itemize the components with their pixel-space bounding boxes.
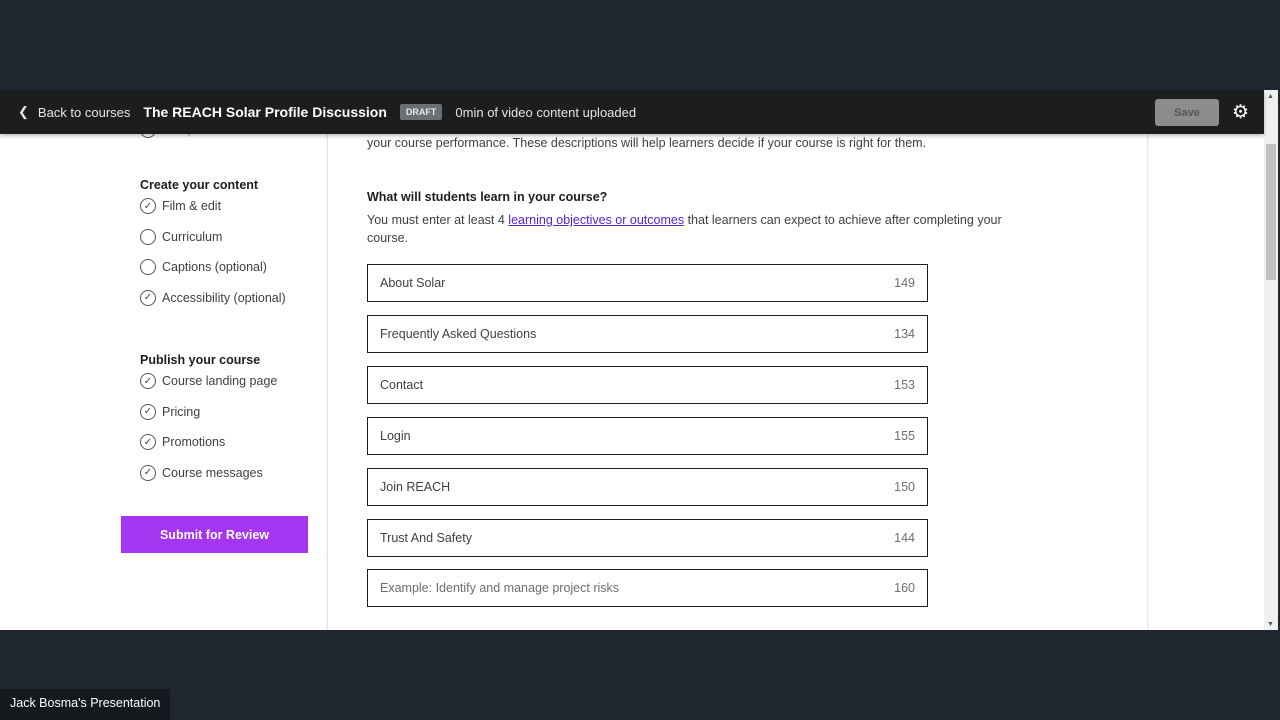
char-count: 150 [894, 479, 915, 494]
objective-input[interactable]: Contact 153 [367, 365, 928, 404]
sidebar-item-label: Course messages [162, 465, 263, 480]
check-circle-icon: ✓ [140, 373, 156, 389]
check-circle-icon: ✓ [140, 434, 156, 450]
objective-input[interactable]: Login 155 [367, 416, 928, 455]
intro-text: your course performance. These descripti… [367, 136, 927, 150]
scroll-up-icon[interactable]: ▲ [1267, 93, 1274, 100]
objective-value: Trust And Safety [380, 530, 472, 545]
back-to-courses-link[interactable]: ❮ Back to courses [18, 104, 130, 120]
save-button[interactable]: Save [1155, 99, 1219, 126]
sidebar-item-label: Accessibility (optional) [162, 290, 286, 305]
sidebar-section-title: Publish your course [140, 353, 261, 367]
scrollbar-thumb[interactable] [1266, 144, 1276, 280]
gear-icon[interactable]: ⚙ [1232, 101, 1249, 124]
char-count: 160 [894, 581, 915, 596]
course-title: The REACH Solar Profile Discussion [143, 104, 387, 120]
sidebar-item[interactable]: ✓ Accessibility (optional) [140, 289, 286, 306]
objective-value: Contact [380, 377, 424, 392]
sidebar-item-label: Promotions [162, 435, 226, 449]
char-count: 153 [894, 377, 915, 392]
char-count: 149 [894, 276, 915, 290]
char-count: 155 [894, 428, 915, 443]
main-content: your course performance. These descripti… [327, 90, 1148, 630]
objective-input[interactable]: Frequently Asked Questions 134 [367, 314, 928, 353]
sidebar-item[interactable]: ✓ Course messages [140, 464, 263, 481]
check-circle-icon: ✓ [140, 403, 156, 420]
objective-value: Frequently Asked Questions [380, 326, 537, 341]
sidebar-item[interactable]: ✓ Film & edit [140, 198, 221, 214]
learning-objectives-link[interactable]: learning objectives or outcomes [508, 213, 684, 227]
status-badge: DRAFT [399, 104, 443, 120]
sidebar-item-label: Film & edit [162, 199, 222, 213]
objective-value: Example: Identify and manage project ris… [380, 581, 620, 596]
sidebar-item[interactable]: ✓ Promotions [140, 434, 225, 450]
scrollbar[interactable]: ▲ ▼ [1264, 90, 1278, 630]
submit-for-review-button[interactable]: Submit for Review [121, 516, 308, 553]
scroll-down-icon[interactable]: ▼ [1267, 621, 1274, 628]
sidebar-item-label: Captions (optional) [162, 260, 267, 274]
check-circle-icon: ✓ [140, 289, 156, 306]
objective-input[interactable]: Example: Identify and manage project ris… [367, 569, 928, 608]
char-count: 134 [894, 326, 915, 341]
objective-input[interactable]: Join REACH 150 [367, 467, 928, 506]
objective-value: Login [380, 428, 411, 443]
sidebar-item[interactable]: Curriculum [140, 228, 223, 245]
check-circle-icon: ✓ [140, 198, 156, 214]
desc-text: You must enter at least 4 [367, 213, 509, 227]
char-count: 144 [894, 530, 915, 545]
sidebar-item[interactable]: ✓ Pricing [140, 403, 201, 420]
sidebar-section-title: Create your content [140, 178, 259, 192]
objective-value: Join REACH [380, 479, 451, 494]
chevron-left-icon: ❮ [18, 104, 29, 119]
sidebar-item-label: Pricing [162, 404, 201, 419]
circle-icon [140, 259, 156, 275]
section-description: You must enter at least 4 learning objec… [367, 211, 1007, 247]
check-circle-icon: ✓ [140, 464, 156, 481]
circle-icon [140, 228, 156, 245]
presenter-label: Jack Bosma's Presentation [0, 689, 171, 720]
back-label: Back to courses [37, 104, 131, 120]
objective-value: About Solar [380, 276, 446, 290]
top-bar: ❮ Back to courses The REACH Solar Profile… [0, 90, 1264, 134]
sidebar-item[interactable]: ✓ Course landing page [140, 373, 277, 389]
sidebar-item-label: Curriculum [162, 229, 223, 244]
sidebar-item-label: Course landing page [162, 374, 278, 388]
section-heading: What will students learn in your course? [367, 190, 608, 204]
sidebar-item[interactable]: Captions (optional) [140, 259, 267, 275]
objective-input[interactable]: About Solar 149 [367, 264, 928, 302]
upload-status: 0min of video content uploaded [455, 104, 637, 120]
objective-input[interactable]: Trust And Safety 144 [367, 518, 928, 557]
course-editor: ❮ Back to courses The REACH Solar Profile… [0, 90, 1278, 630]
